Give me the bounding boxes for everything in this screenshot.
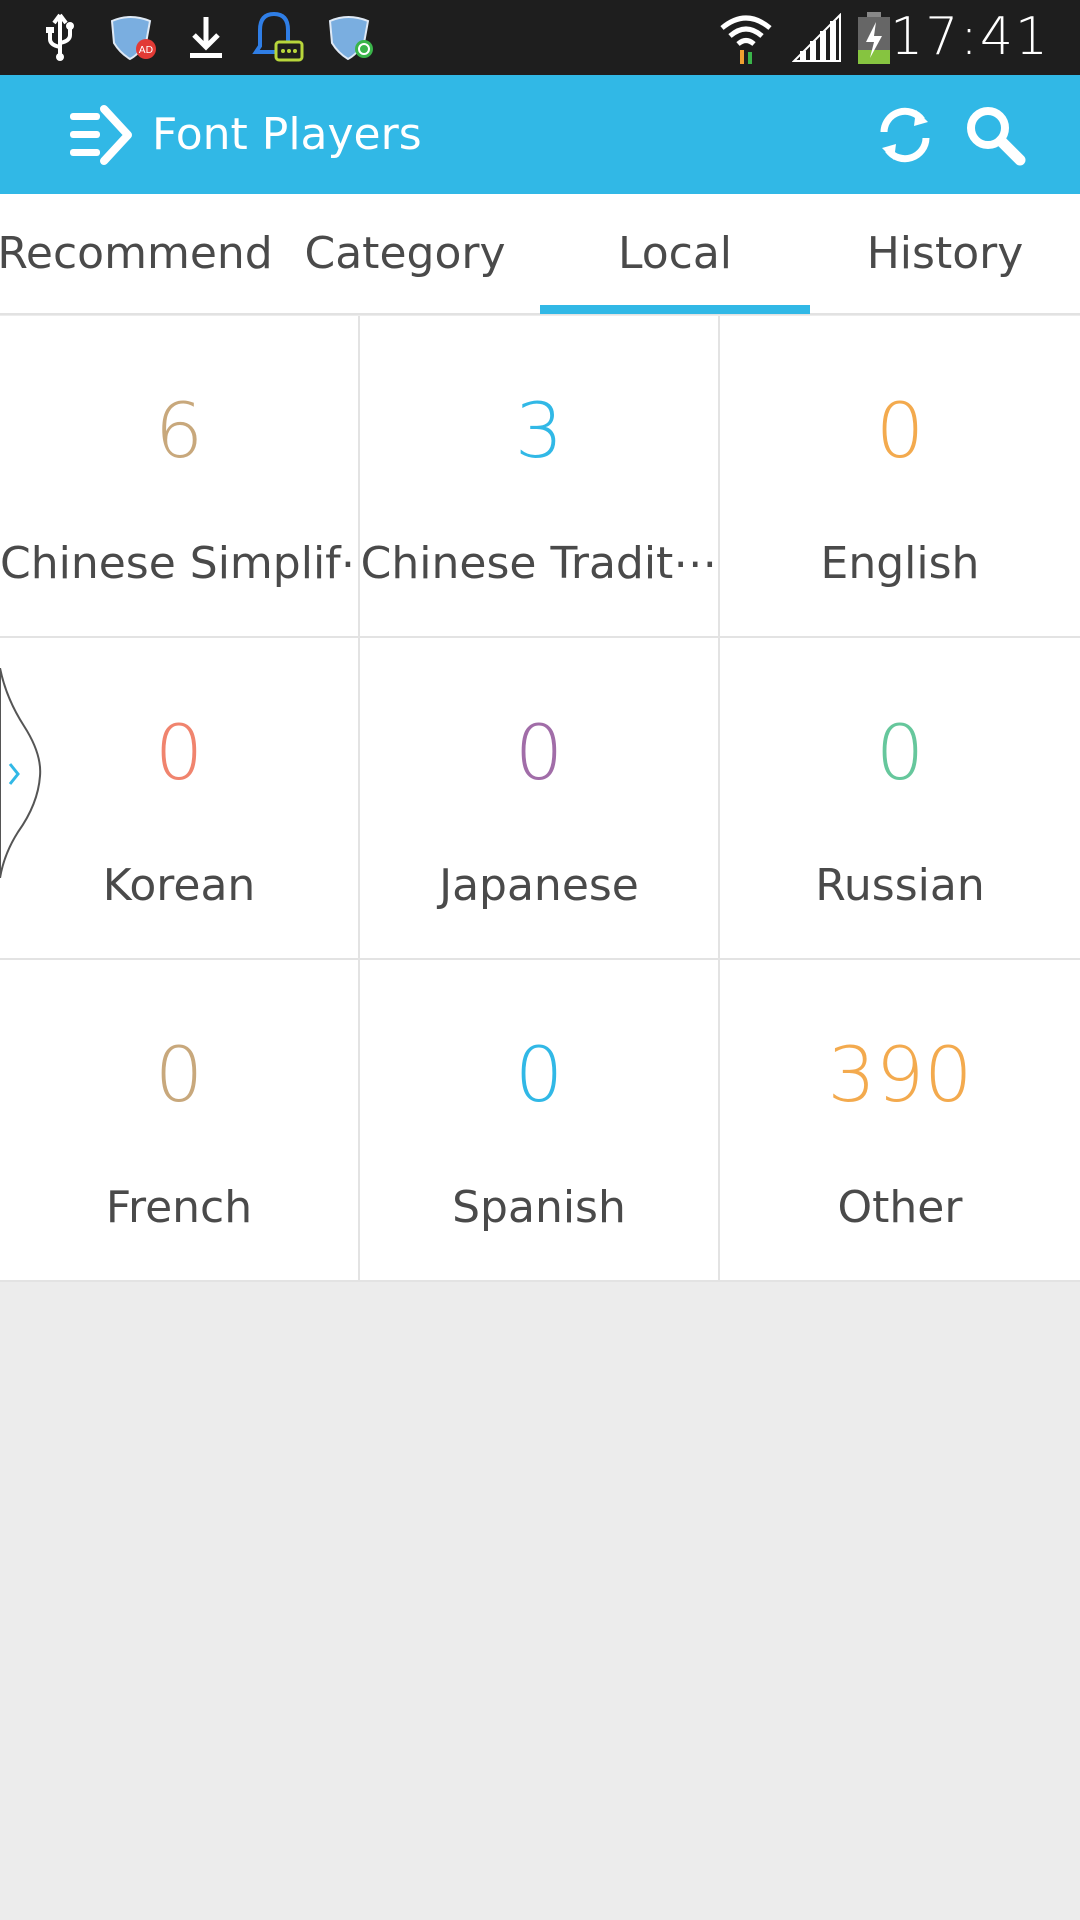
drawer-handle[interactable] [0, 667, 44, 879]
language-label: Spanish [452, 1182, 626, 1233]
app-bar: Font Players [0, 75, 1080, 194]
language-cell-french[interactable]: 0 French [0, 960, 360, 1282]
font-count: 0 [514, 1030, 564, 1119]
tab-history[interactable]: History [810, 194, 1080, 313]
language-label: Chinese Simplif⋯ [0, 538, 358, 589]
language-cell-korean[interactable]: 0 Korean [0, 638, 360, 960]
language-cell-other[interactable]: 390 Other [720, 960, 1080, 1282]
battery-charging-icon [856, 0, 892, 75]
language-cell-english[interactable]: 0 English [720, 316, 1080, 638]
language-label: Japanese [439, 860, 639, 911]
tab-recommend[interactable]: Recommend [0, 194, 273, 313]
font-count: 3 [514, 386, 564, 475]
search-icon[interactable] [962, 102, 1028, 168]
font-count: 0 [875, 386, 925, 475]
chat-notification-icon [252, 0, 304, 75]
wifi-icon [718, 0, 774, 75]
language-cell-russian[interactable]: 0 Russian [720, 638, 1080, 960]
language-label: Russian [815, 860, 985, 911]
download-icon [186, 0, 226, 75]
font-count: 0 [514, 708, 564, 797]
font-count: 390 [827, 1030, 973, 1119]
language-cell-japanese[interactable]: 0 Japanese [360, 638, 720, 960]
language-grid: 6 Chinese Simplif⋯ 3 Chinese Tradit⋯ 0 E… [0, 316, 1080, 1282]
ad-shield-icon: AD [108, 0, 158, 75]
font-count: 0 [154, 1030, 204, 1119]
svg-text:AD: AD [139, 45, 154, 56]
tab-local[interactable]: Local [540, 194, 810, 314]
status-bar: AD 17:41 [0, 0, 1080, 75]
language-label: English [820, 538, 980, 589]
font-count: 0 [875, 708, 925, 797]
status-time: 17:41 [890, 7, 1050, 67]
app-title: Font Players [152, 109, 422, 160]
tab-bar: Recommend Category Local History [0, 194, 1080, 315]
refresh-icon[interactable] [872, 102, 938, 168]
font-count: 6 [154, 386, 204, 475]
signal-icon [792, 0, 842, 75]
language-label: Korean [102, 860, 256, 911]
language-label: Chinese Tradit⋯ [360, 538, 718, 589]
usb-icon [40, 0, 80, 75]
menu-arrow-icon[interactable] [70, 105, 134, 165]
tab-category[interactable]: Category [270, 194, 540, 313]
language-cell-chinese-simplified[interactable]: 6 Chinese Simplif⋯ [0, 316, 360, 638]
vpn-shield-icon [326, 0, 376, 75]
font-count: 0 [154, 708, 204, 797]
language-cell-chinese-traditional[interactable]: 3 Chinese Tradit⋯ [360, 316, 720, 638]
language-cell-spanish[interactable]: 0 Spanish [360, 960, 720, 1282]
language-label: French [105, 1182, 253, 1233]
language-label: Other [837, 1182, 963, 1233]
